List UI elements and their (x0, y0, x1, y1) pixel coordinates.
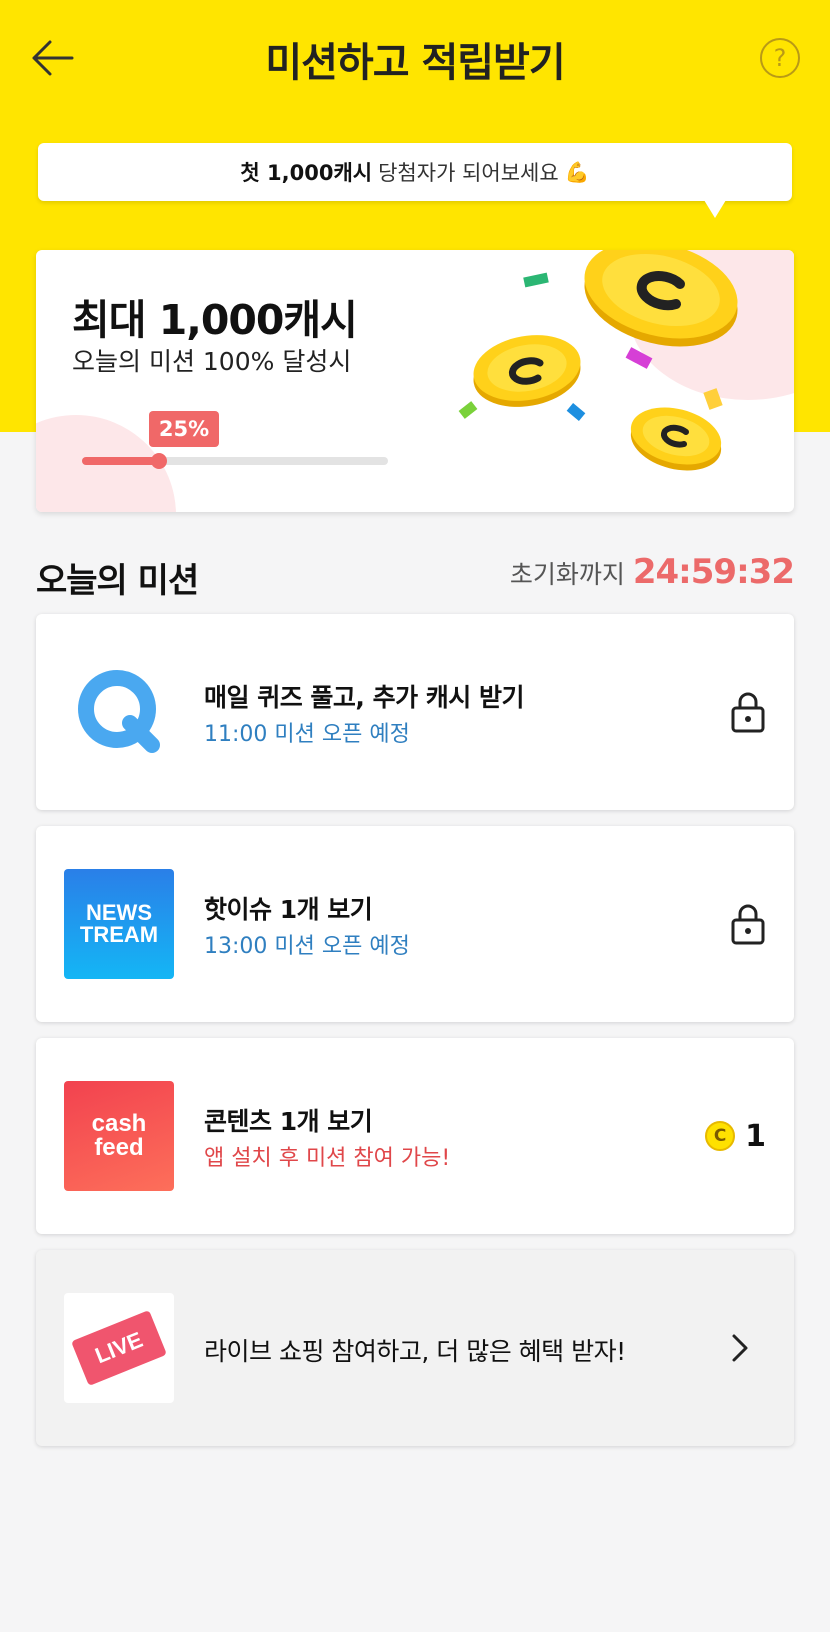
logo-text: TREAM (79, 922, 159, 947)
mission-status (730, 690, 766, 734)
lock-icon (731, 692, 765, 733)
bubble-tail (704, 200, 726, 218)
chevron-right-icon (732, 1334, 748, 1362)
help-button[interactable]: ? (760, 38, 800, 78)
app-header: 미션하고 적립받기 ? (0, 0, 830, 118)
mission-card-live-shopping[interactable]: LIVE 라이브 쇼핑 참여하고, 더 많은 혜택 받자! (36, 1250, 794, 1446)
reset-countdown: 초기화까지 24:59:32 (509, 552, 795, 592)
mission-title: 콘텐츠 1개 보기 (204, 1107, 373, 1136)
logo-text: feed (94, 1134, 144, 1161)
coin-icon (584, 250, 738, 347)
live-ticket-logo: LIVE (64, 1293, 174, 1403)
reward-value: 1 (745, 1118, 766, 1154)
section-title: 오늘의 미션 (36, 561, 199, 601)
logo-text: NEWS (86, 900, 152, 925)
mission-subtitle: 앱 설치 후 미션 참여 가능! (204, 1146, 451, 1171)
cashfeed-logo: cash feed (64, 1081, 174, 1191)
promo-bubble: 첫 1,000캐시 당첨자가 되어보세요 💪 (38, 143, 792, 201)
mission-reward: C 1 (705, 1114, 766, 1158)
reset-label: 초기화까지 (509, 560, 625, 589)
lock-icon (731, 904, 765, 945)
coin-icon (473, 335, 581, 407)
reset-timer: 24:59:32 (632, 552, 795, 592)
progress-fill (82, 457, 159, 465)
mission-subtitle: 11:00 미션 오픈 예정 (204, 722, 410, 747)
mission-subtitle: 13:00 미션 오픈 예정 (204, 934, 410, 959)
reward-progress-card: 최대 1,000캐시 오늘의 미션 100% 달성시 25% (36, 250, 794, 512)
mission-title: 라이브 쇼핑 참여하고, 더 많은 혜택 받자! (204, 1337, 626, 1366)
mission-title: 매일 퀴즈 풀고, 추가 캐시 받기 (204, 683, 525, 712)
promo-bold-text: 첫 1,000캐시 (240, 161, 373, 185)
mission-status (730, 1326, 750, 1370)
logo-text: cash (91, 1110, 147, 1137)
quiz-q-icon (64, 657, 174, 767)
mission-card-quiz[interactable]: 매일 퀴즈 풀고, 추가 캐시 받기 11:00 미션 오픈 예정 (36, 614, 794, 810)
newstream-logo: NEWS TREAM (64, 869, 174, 979)
progress-knob (150, 453, 167, 469)
logo-text: LIVE (91, 1326, 147, 1369)
mission-card-newstream[interactable]: NEWS TREAM 핫이슈 1개 보기 13:00 미션 오픈 예정 (36, 826, 794, 1022)
muscle-icon: 💪 (564, 160, 590, 184)
promo-text: 당첨자가 되어보세요 (378, 161, 559, 185)
mission-title: 핫이슈 1개 보기 (204, 895, 373, 924)
mission-card-cashfeed[interactable]: cash feed 콘텐츠 1개 보기 앱 설치 후 미션 참여 가능! C 1 (36, 1038, 794, 1234)
confetti-decor (523, 272, 549, 288)
hero-title: 최대 1,000캐시 (72, 296, 358, 344)
page-title: 미션하고 적립받기 (265, 40, 565, 86)
cash-coin-icon: C (705, 1121, 736, 1151)
progress-bar (82, 453, 388, 469)
hero-subtitle: 오늘의 미션 100% 달성시 (72, 347, 352, 376)
progress-badge: 25% (149, 411, 219, 447)
mission-status (730, 902, 766, 946)
coin-icon (630, 407, 722, 471)
